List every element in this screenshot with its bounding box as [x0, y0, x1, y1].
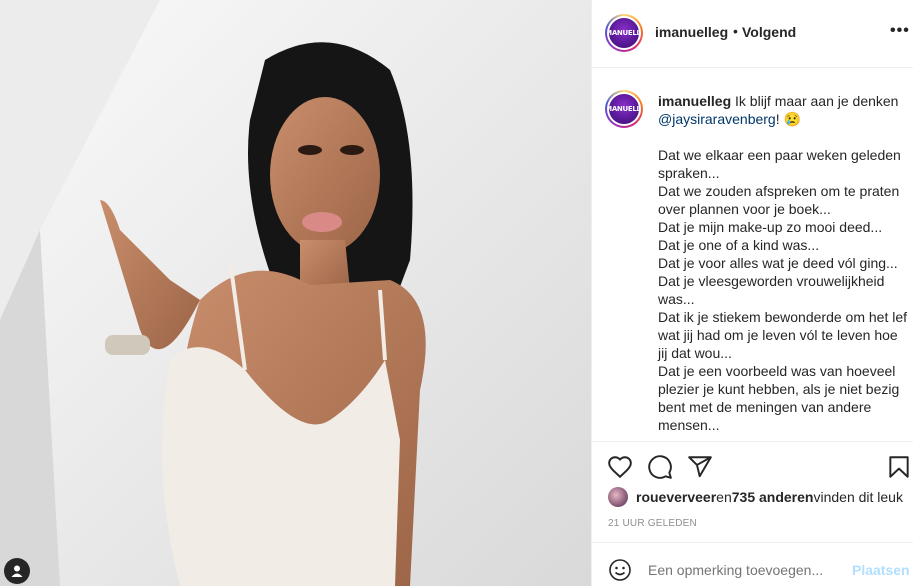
likes-middle: en — [716, 489, 732, 505]
following-button[interactable]: Volgend — [742, 24, 796, 40]
caption-intro-end: ! 😢 — [775, 111, 801, 127]
author-username[interactable]: imanuelleg — [655, 24, 728, 40]
comment-form: Plaatsen — [592, 542, 913, 586]
caption-intro: Ik blijf maar aan je denken — [731, 93, 899, 109]
caption-line: Dat je one of a kind was... — [658, 237, 820, 253]
emoji-icon[interactable] — [608, 558, 632, 582]
bookmark-icon[interactable] — [886, 454, 912, 480]
likes-count[interactable]: 735 anderen — [732, 489, 814, 505]
caption-line: Dat we zouden afspreken om te praten ove… — [658, 183, 900, 217]
caption-line: Dat ik je stiekem bewonderde om het lef … — [658, 309, 908, 361]
share-icon[interactable] — [687, 454, 713, 480]
comment-input[interactable] — [648, 562, 838, 578]
post-comment-button[interactable]: Plaatsen — [852, 562, 910, 578]
avatar-logo-text: IMANUELLE — [609, 29, 641, 37]
separator-dot: • — [733, 23, 738, 39]
caption-line: Dat je mijn make-up zo mooi deed... — [658, 219, 883, 235]
caption-body: Dat we elkaar een paar weken geleden spr… — [658, 146, 910, 434]
user-icon — [11, 565, 23, 577]
comment-icon[interactable] — [647, 454, 673, 480]
liker-avatar[interactable] — [608, 487, 628, 507]
photo-illustration — [0, 0, 591, 586]
caption-text: imanuelleg Ik blijf maar aan je denken @… — [658, 92, 910, 434]
author-avatar[interactable]: IMANUELLE — [605, 14, 643, 52]
heart-icon[interactable] — [607, 454, 633, 480]
action-bar — [592, 441, 913, 487]
caption-line: Dat je een voorbeeld was van hoeveel ple… — [658, 363, 900, 433]
tagged-users-button[interactable] — [4, 558, 30, 584]
caption-author-avatar[interactable]: IMANUELLE — [605, 90, 643, 128]
post-timestamp[interactable]: 21 UUR GELEDEN — [608, 518, 697, 529]
caption-section: IMANUELLE imanuelleg Ik blijf maar aan j… — [592, 69, 913, 440]
liker-username[interactable]: roueverveer — [636, 489, 716, 505]
caption-line: Dat we elkaar een paar weken geleden spr… — [658, 147, 901, 181]
post-panel: IMANUELLE imanuelleg • Volgend ••• IMANU… — [591, 0, 913, 586]
caption-line: Dat je vleesgeworden vrouwelijkheid was.… — [658, 273, 885, 307]
avatar-logo-text: IMANUELLE — [609, 105, 641, 113]
more-options-icon[interactable]: ••• — [890, 22, 910, 40]
likes-suffix: vinden dit leuk — [813, 489, 903, 505]
caption-username[interactable]: imanuelleg — [658, 93, 731, 109]
post-header: IMANUELLE imanuelleg • Volgend ••• — [592, 0, 913, 68]
likes-summary: roueverveer en 735 anderen vinden dit le… — [608, 487, 903, 507]
caption-mention[interactable]: @jaysiraravenberg — [658, 111, 776, 127]
post-photo[interactable] — [0, 0, 591, 586]
caption-line: Dat je voor alles wat je deed vól ging..… — [658, 255, 898, 271]
